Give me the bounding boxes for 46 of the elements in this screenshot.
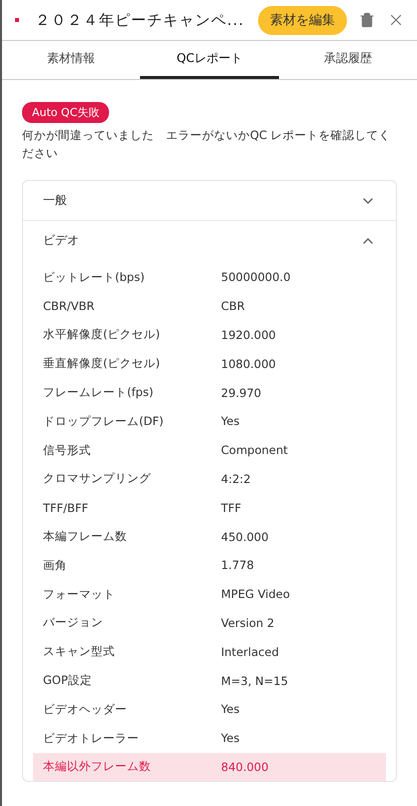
edit-asset-button[interactable]: 素材を編集: [258, 6, 347, 34]
field-label: 本編以外フレーム数: [43, 759, 152, 774]
field-value: 1920.000: [221, 328, 277, 342]
field-label: TFF/BFF: [43, 500, 90, 515]
field-label: CBR/VBR: [43, 299, 96, 314]
field-value: 1080.000: [221, 356, 277, 371]
section-header[interactable]: 一般: [23, 181, 396, 220]
field-label: ビデオヘッダー: [43, 702, 128, 717]
error-message: 何かが間違っていました エラーがないかQC レポートを確認してください: [22, 127, 392, 162]
field-value: 4:2:2: [221, 472, 252, 486]
tab[interactable]: QCレポート: [140, 41, 279, 79]
field-label: フレームレート(fps): [43, 385, 154, 400]
field-label: 信号形式: [43, 442, 92, 458]
trash-icon[interactable]: [359, 12, 375, 28]
field-label: スキャン型式: [43, 644, 116, 660]
field-label: バージョン: [43, 615, 104, 630]
field-label: ビットレート(bps): [43, 270, 146, 285]
field-label: 本編フレーム数: [43, 529, 128, 544]
section-header[interactable]: ビデオ: [23, 220, 396, 260]
field-value: 840.000: [221, 760, 270, 774]
field-label: フォーマット: [43, 586, 116, 602]
field-value: Yes: [221, 414, 241, 428]
field-value: Component: [221, 443, 289, 458]
field-label: ドロップフレーム(DF): [43, 414, 164, 429]
field-value: CBR: [221, 299, 246, 314]
field-label: クロマサンプリング: [43, 471, 152, 486]
field-value: Yes: [221, 731, 241, 746]
field-label: 垂直解像度(ピクセル): [43, 356, 161, 372]
field-value: Interlaced: [221, 644, 280, 659]
field-value: M=3, N=15: [221, 674, 290, 688]
field-value: Yes: [221, 702, 241, 716]
field-value: 29.970: [221, 386, 262, 400]
field-value: MPEG Video: [221, 587, 291, 602]
tab[interactable]: 素材情報: [2, 41, 140, 79]
field-value: 450.000: [221, 530, 270, 544]
qc-status-badge: Auto QC失敗: [22, 102, 110, 123]
tab[interactable]: 承認履歴: [278, 41, 417, 79]
field-label: 水平解像度(ピクセル): [43, 327, 161, 342]
field-value: TFF: [221, 500, 242, 515]
asset-title: ２０２４年ピーチキャンペ...: [35, 10, 246, 30]
field-value: 50000000.0: [221, 270, 292, 284]
field-label: 画角: [43, 558, 68, 573]
field-value: 1.778: [221, 558, 255, 572]
field-label: GOP設定: [43, 673, 93, 688]
field-label: ビデオトレーラー: [43, 730, 140, 746]
field-value: Version 2: [221, 616, 276, 630]
